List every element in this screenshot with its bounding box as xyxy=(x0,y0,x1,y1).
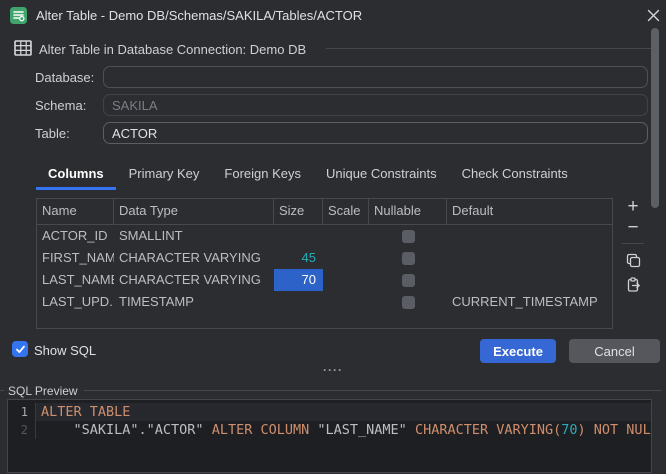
line-number: 1 xyxy=(8,403,36,421)
sql-token: "SAKILA"."ACTOR" xyxy=(74,422,204,438)
nullable-checkbox[interactable] xyxy=(402,252,415,265)
cell-data-type[interactable]: CHARACTER VARYING xyxy=(114,247,274,269)
sql-code: "SAKILA"."ACTOR" ALTER COLUMN "LAST_NAME… xyxy=(36,421,652,439)
splitter-drag-handle[interactable]: ···· xyxy=(0,364,666,376)
group-header-label: Alter Table in Database Connection: Demo… xyxy=(39,42,306,57)
cell-scale[interactable] xyxy=(323,247,369,269)
table-body: ACTOR_IDSMALLINTFIRST_NAMECHARACTER VARY… xyxy=(37,225,612,313)
schema-input xyxy=(103,94,648,116)
sql-token: "LAST_NAME" xyxy=(317,422,406,438)
table-row: ACTOR_IDSMALLINT xyxy=(37,225,612,247)
sql-code: ALTER TABLE xyxy=(36,403,651,421)
cell-scale[interactable] xyxy=(323,225,369,247)
sql-editor[interactable]: 1ALTER TABLE2 "SAKILA"."ACTOR" ALTER COL… xyxy=(7,399,652,473)
sql-preview-label: SQL Preview xyxy=(8,384,78,398)
sql-group-line-right xyxy=(84,390,662,391)
schema-label: Schema: xyxy=(35,98,86,113)
columns-table: NameData TypeSizeScaleNullableDefault AC… xyxy=(36,198,613,329)
column-header-nullable[interactable]: Nullable xyxy=(369,199,447,224)
show-sql-label: Show SQL xyxy=(34,343,96,358)
column-header-data-type[interactable]: Data Type xyxy=(114,199,274,224)
cell-size[interactable] xyxy=(274,225,323,247)
cell-size[interactable] xyxy=(274,291,323,313)
cell-default[interactable] xyxy=(447,269,612,291)
sql-token: CHARACTER VARYING xyxy=(415,422,553,438)
toolbar-divider xyxy=(622,243,644,244)
check-icon xyxy=(15,344,26,355)
cell-data-type[interactable]: TIMESTAMP xyxy=(114,291,274,313)
cell-data-type[interactable]: SMALLINT xyxy=(114,225,274,247)
cell-data-type[interactable]: CHARACTER VARYING xyxy=(114,269,274,291)
cell-default[interactable] xyxy=(447,225,612,247)
table-toolbar: + − xyxy=(618,196,648,299)
cell-nullable xyxy=(369,269,447,291)
table-header-row: NameData TypeSizeScaleNullableDefault xyxy=(37,199,612,225)
column-header-name[interactable]: Name xyxy=(37,199,114,224)
cell-nullable xyxy=(369,291,447,313)
sql-token xyxy=(204,422,212,438)
group-divider-line xyxy=(326,48,652,49)
cell-scale[interactable] xyxy=(323,291,369,313)
alter-table-app-icon xyxy=(10,7,27,24)
line-number: 2 xyxy=(8,421,36,439)
sql-token: 70 xyxy=(561,422,577,438)
table-row: FIRST_NAMECHARACTER VARYING45 xyxy=(37,247,612,269)
cell-size[interactable]: 70 xyxy=(274,269,323,291)
database-input[interactable] xyxy=(103,66,648,88)
cell-nullable xyxy=(369,225,447,247)
add-column-icon[interactable]: + xyxy=(627,196,638,217)
paste-icon[interactable] xyxy=(626,277,641,296)
execute-button[interactable]: Execute xyxy=(480,339,556,363)
table-grid-icon xyxy=(13,38,33,58)
table-row: LAST_NAMECHARACTER VARYING70 xyxy=(37,269,612,291)
show-sql-checkbox[interactable] xyxy=(12,341,28,357)
table-label: Table: xyxy=(35,126,70,141)
tab-bar: Columns Primary Key Foreign Keys Unique … xyxy=(36,161,581,190)
window-title: Alter Table - Demo DB/Schemas/SAKILA/Tab… xyxy=(36,8,362,23)
sql-editor-lines: 1ALTER TABLE2 "SAKILA"."ACTOR" ALTER COL… xyxy=(8,403,651,439)
column-header-size[interactable]: Size xyxy=(274,199,323,224)
sql-token: ALTER TABLE xyxy=(41,404,130,420)
sql-token xyxy=(407,422,415,438)
cell-default[interactable]: CURRENT_TIMESTAMP xyxy=(447,291,612,313)
nullable-checkbox[interactable] xyxy=(402,274,415,287)
alter-table-dialog: { "window": { "title": "Alter Table - De… xyxy=(0,0,666,474)
titlebar: Alter Table - Demo DB/Schemas/SAKILA/Tab… xyxy=(0,0,666,30)
sql-line: 1 ALTER TABLE xyxy=(8,403,651,421)
column-header-default[interactable]: Default xyxy=(447,199,612,224)
tab-foreign-keys[interactable]: Foreign Keys xyxy=(212,161,313,190)
cell-scale[interactable] xyxy=(323,269,369,291)
sql-token xyxy=(41,422,74,438)
copy-icon[interactable] xyxy=(626,253,641,271)
cancel-button[interactable]: Cancel xyxy=(569,339,660,363)
sql-group-line-left xyxy=(0,390,4,391)
remove-column-icon[interactable]: − xyxy=(627,217,638,238)
vertical-scrollbar-thumb[interactable] xyxy=(651,28,659,208)
tab-primary-key[interactable]: Primary Key xyxy=(117,161,212,190)
cell-name[interactable]: FIRST_NAME xyxy=(37,247,114,269)
sql-line: 2 "SAKILA"."ACTOR" ALTER COLUMN "LAST_NA… xyxy=(8,421,651,439)
cell-name[interactable]: LAST_UPD... xyxy=(37,291,114,313)
sql-token: ALTER COLUMN xyxy=(212,422,310,438)
cell-name[interactable]: ACTOR_ID xyxy=(37,225,114,247)
cell-default[interactable] xyxy=(447,247,612,269)
close-icon[interactable] xyxy=(643,5,663,25)
cell-name[interactable]: LAST_NAME xyxy=(37,269,114,291)
sql-token: NOT NULL xyxy=(594,422,652,438)
database-label: Database: xyxy=(35,70,94,85)
column-header-scale[interactable]: Scale xyxy=(323,199,369,224)
nullable-checkbox[interactable] xyxy=(402,296,415,309)
table-row: LAST_UPD...TIMESTAMP CURRENT_TIMESTAMP xyxy=(37,291,612,313)
table-input[interactable] xyxy=(103,122,648,144)
cell-nullable xyxy=(369,247,447,269)
tab-unique-constraints[interactable]: Unique Constraints xyxy=(314,161,449,190)
tab-columns[interactable]: Columns xyxy=(36,161,116,190)
nullable-checkbox[interactable] xyxy=(402,230,415,243)
tab-check-constraints[interactable]: Check Constraints xyxy=(450,161,580,190)
cell-size[interactable]: 45 xyxy=(274,247,323,269)
sql-token: ) xyxy=(578,422,586,438)
sql-token xyxy=(586,422,594,438)
